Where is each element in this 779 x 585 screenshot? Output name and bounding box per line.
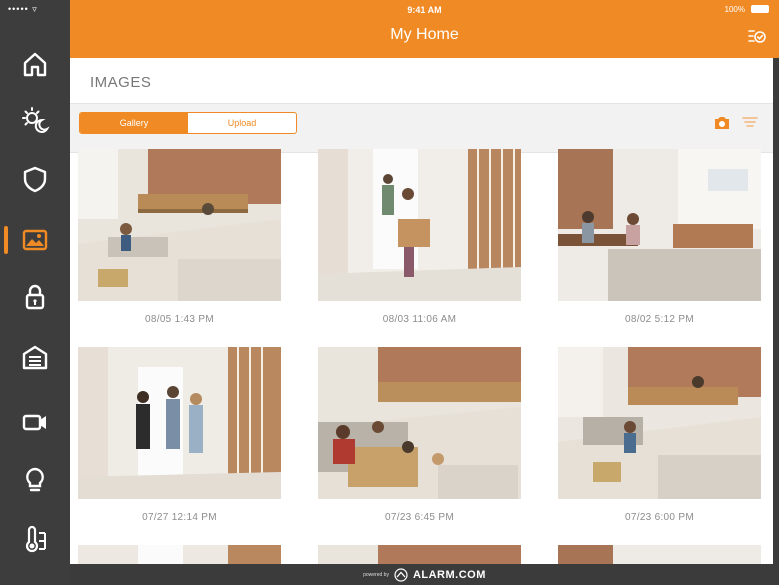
photo-thumbnail <box>78 347 281 499</box>
shield-icon <box>23 166 47 193</box>
photo-thumbnail <box>318 347 521 499</box>
view-switcher: Gallery Upload <box>79 112 297 134</box>
gallery-tile[interactable]: 07/23 6:00 PM <box>558 347 761 523</box>
powered-by-label: powered by <box>363 571 389 578</box>
photo-timestamp: 07/23 6:00 PM <box>625 512 694 523</box>
sidebar-item-thermostat[interactable] <box>0 511 70 569</box>
photo-thumbnail <box>78 545 281 564</box>
sidebar-item-home[interactable] <box>0 35 70 93</box>
photo-thumbnail <box>558 545 761 564</box>
gallery-tile[interactable]: 07/23 6:45 PM <box>318 347 521 523</box>
tab-gallery[interactable]: Gallery <box>80 113 188 133</box>
photo-timestamp: 08/02 5:12 PM <box>625 314 694 325</box>
photo-timestamp: 07/27 12:14 PM <box>142 512 217 523</box>
gallery-tile[interactable] <box>558 545 761 564</box>
photo-thumbnail <box>558 347 761 499</box>
app-header: 9:41 AM 100% My Home <box>70 0 779 58</box>
gallery-tile[interactable]: 07/27 12:14 PM <box>78 347 281 523</box>
gallery-tile[interactable]: 08/02 5:12 PM <box>558 149 761 325</box>
home-icon <box>23 52 47 77</box>
page-title: IMAGES <box>90 74 152 91</box>
video-camera-icon <box>22 414 46 431</box>
page-header-title: My Home <box>390 26 459 43</box>
sidebar-item-locks[interactable] <box>0 268 70 326</box>
photo-timestamp: 08/03 11:06 AM <box>382 314 457 325</box>
signal-indicator: ••••• ▿ <box>8 4 38 14</box>
battery-icon <box>751 5 769 13</box>
photo-thumbnail <box>558 149 761 301</box>
photo-thumbnail <box>318 149 521 301</box>
gallery-tile[interactable]: 08/03 11:06 AM <box>318 149 521 325</box>
photo-timestamp: 07/23 6:45 PM <box>385 512 454 523</box>
image-icon <box>22 229 48 251</box>
sidebar-item-automation[interactable] <box>0 91 70 149</box>
status-time: 9:41 AM <box>407 5 442 15</box>
gallery-tile[interactable] <box>318 545 521 564</box>
images-toolbar: Gallery Upload <box>70 103 773 153</box>
lock-icon <box>25 284 45 310</box>
thermostat-icon <box>25 525 46 553</box>
main-content: IMAGES Gallery Upload 08/05 1:43 PM 08/0… <box>70 58 773 564</box>
sidebar-item-images[interactable] <box>0 211 70 269</box>
lightbulb-icon <box>26 467 44 492</box>
sidebar-item-video[interactable] <box>0 393 70 451</box>
sidebar-item-lights[interactable] <box>0 451 70 509</box>
photo-thumbnail <box>318 545 521 564</box>
filter-icon[interactable] <box>741 115 759 131</box>
checklist-icon[interactable] <box>747 27 767 45</box>
battery-percent: 100% <box>724 5 745 14</box>
sidebar-item-garage[interactable] <box>0 328 70 386</box>
photo-timestamp: 08/05 1:43 PM <box>145 314 214 325</box>
powered-by-footer: powered by ALARM.COM <box>70 564 779 585</box>
camera-icon[interactable] <box>713 115 731 131</box>
gallery-tile[interactable] <box>78 545 281 564</box>
brand-name: ALARM.COM <box>412 568 486 581</box>
sidebar-item-security[interactable] <box>0 150 70 208</box>
photo-thumbnail <box>78 149 281 301</box>
garage-icon <box>22 345 48 370</box>
sun-moon-icon <box>22 107 50 133</box>
tab-upload[interactable]: Upload <box>188 113 296 133</box>
sidebar-nav: ••••• ▿ <box>0 0 70 585</box>
gallery-tile[interactable]: 08/05 1:43 PM <box>78 149 281 325</box>
alarm-com-logo-icon <box>394 567 408 582</box>
